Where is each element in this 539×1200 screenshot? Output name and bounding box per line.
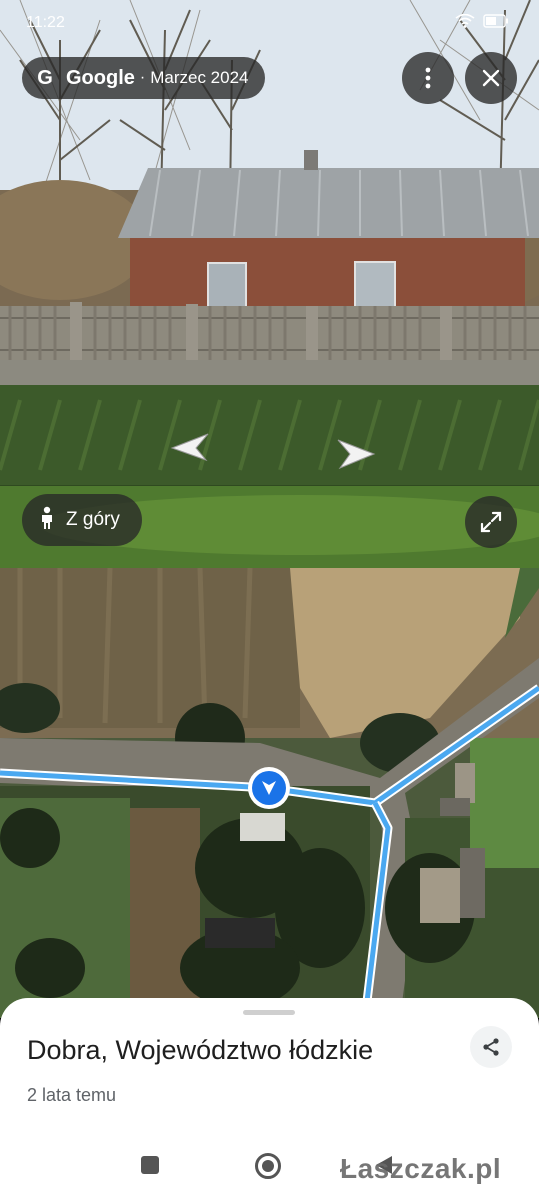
wifi-icon [455,13,475,31]
position-marker[interactable] [248,767,290,809]
status-time: 11:22 [26,14,65,31]
drag-handle[interactable] [243,1010,295,1015]
google-g-icon: G [37,66,53,89]
arrow-right-icon[interactable] [334,436,376,470]
share-icon [483,1038,499,1056]
status-icons [455,13,509,31]
place-bottom-sheet[interactable]: Dobra, Województwo łódzkie 2 lata temu Ł… [0,998,539,1200]
view-from-above-label: Z góry [66,509,120,530]
capture-date: Marzec 2024 [150,68,249,87]
attribution-pill[interactable]: G Google · Marzec 2024 [22,57,265,99]
close-button[interactable] [465,52,517,104]
pegman-icon [40,506,54,535]
recents-button[interactable] [141,1156,159,1174]
close-icon [482,69,500,87]
navigation-arrow-icon [262,781,276,795]
watermark: Łaszczak.pl [340,1153,502,1184]
separator-dot: · [139,69,146,86]
more-vert-icon [425,67,431,89]
battery-icon [483,14,509,31]
share-button[interactable] [470,1026,512,1068]
home-button[interactable] [255,1153,281,1179]
place-subtitle: 2 lata temu [27,1085,117,1105]
fullscreen-button[interactable] [465,496,517,548]
brand-label: Google [66,66,135,89]
place-title: Dobra, Województwo łódzkie [27,1035,374,1065]
view-from-above-button[interactable]: Z góry [22,494,142,546]
satellite-map[interactable] [0,568,539,1018]
more-options-button[interactable] [402,52,454,104]
fullscreen-icon [480,511,502,533]
arrow-left-icon[interactable] [170,430,212,462]
street-view-panorama[interactable]: 11:22 G Google · Marzec 2024 Z góry [0,0,539,568]
